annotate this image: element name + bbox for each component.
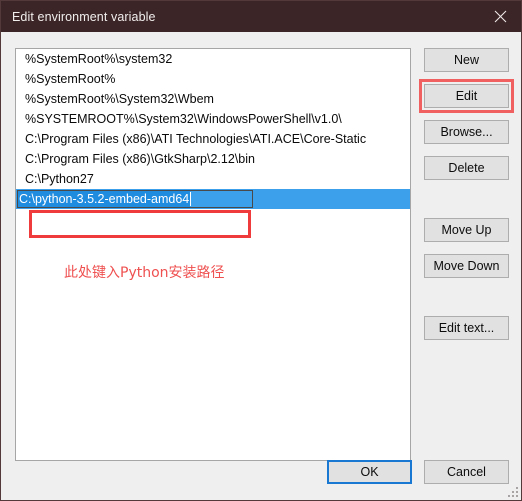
list-item-label: %SYSTEMROOT%\System32\WindowsPowerShell\… [25,112,342,126]
dialog-body: %SystemRoot%\system32 %SystemRoot% %System… [1,32,521,500]
list-item-label: %SystemRoot%\system32 [25,52,173,66]
list-item[interactable]: C:\Program Files (x86)\ATI Technologies\… [16,129,410,149]
window-title: Edit environment variable [12,9,156,24]
action-button-column: New Edit Browse... Delete Move Up Move D… [419,48,514,340]
ok-button[interactable]: OK [327,460,412,484]
edit-button[interactable]: Edit [424,84,509,108]
list-item[interactable]: %SystemRoot% [16,69,410,89]
list-item[interactable]: C:\python-3.5.2-embed-amd64 [16,189,410,209]
annotation-note: 此处键入Python安装路径 [64,265,225,281]
list-item[interactable]: C:\Python27 [16,169,410,189]
list-item-label: C:\Python27 [25,172,94,186]
path-list[interactable]: %SystemRoot%\system32 %SystemRoot% %System… [15,48,411,461]
close-icon [494,10,506,23]
list-item[interactable]: C:\Program Files (x86)\GtkSharp\2.12\bin [16,149,410,169]
list-item-label: %SystemRoot% [25,72,116,86]
list-item-label: C:\Program Files (x86)\ATI Technologies\… [25,132,367,146]
move-down-button[interactable]: Move Down [424,254,509,278]
path-edit-input[interactable]: C:\python-3.5.2-embed-amd64 [17,190,253,208]
cancel-button[interactable]: Cancel [424,460,509,484]
dialog-footer: OK Cancel [1,460,522,486]
list-item[interactable]: %SystemRoot%\System32\Wbem [16,89,410,109]
delete-button[interactable]: Delete [424,156,509,180]
path-edit-value: C:\python-3.5.2-embed-amd64 [18,191,191,207]
list-item[interactable]: %SystemRoot%\system32 [16,49,410,69]
list-item[interactable]: %SYSTEMROOT%\System32\WindowsPowerShell\… [16,109,410,129]
close-button[interactable] [479,1,521,32]
edit-button-wrapper: Edit [419,79,514,113]
browse-button[interactable]: Browse... [424,120,509,144]
text-caret [190,192,192,206]
new-button[interactable]: New [424,48,509,72]
edit-environment-variable-dialog: Edit environment variable %SystemRoot%\s… [0,0,522,501]
resize-grip[interactable] [506,485,518,497]
move-up-button[interactable]: Move Up [424,218,509,242]
list-item-label: C:\Program Files (x86)\GtkSharp\2.12\bin [25,152,255,166]
list-item-label: %SystemRoot%\System32\Wbem [25,92,214,106]
titlebar: Edit environment variable [1,1,521,32]
edit-text-button[interactable]: Edit text... [424,316,509,340]
